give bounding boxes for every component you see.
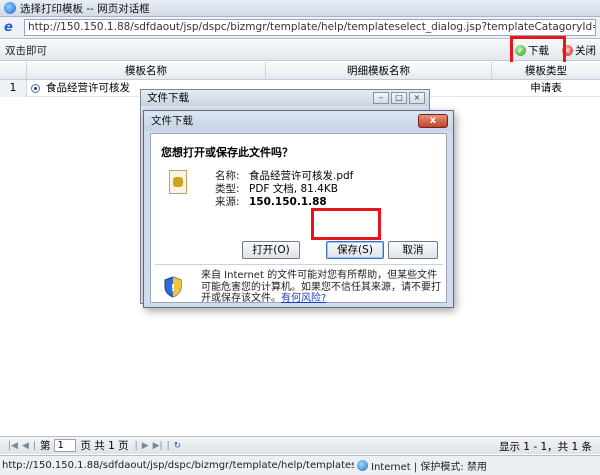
grid-header: 模板名称 明细模板名称 模板类型 xyxy=(0,62,600,80)
pdf-file-icon xyxy=(169,170,187,194)
first-page-icon[interactable]: |◀ xyxy=(8,441,18,451)
status-bar: http://150.150.1.88/sdfdaout/jsp/dspc/bi… xyxy=(0,455,600,475)
download-highlight-box xyxy=(510,36,566,65)
dialog-title: 文件下载 xyxy=(144,111,453,131)
header-template-type[interactable]: 模板类型 xyxy=(492,62,600,80)
name-key: 名称: xyxy=(215,170,240,182)
page-prefix: 第 xyxy=(39,440,51,452)
ie-page-icon: e xyxy=(4,19,13,35)
window-title: 选择打印模板 -- 网页对话框 xyxy=(20,2,150,15)
refresh-icon[interactable]: ↻ xyxy=(174,441,182,451)
double-click-hint: 双击即可 xyxy=(5,44,47,57)
dialog-close-button[interactable]: x xyxy=(418,114,448,128)
page-total: 页 共 1 页 xyxy=(80,440,129,452)
source-key: 来源: xyxy=(215,196,240,208)
name-value: 食品经营许可核发.pdf xyxy=(249,170,354,182)
file-download-dialog: 文件下载 x 您想打开或保存此文件吗？ 名称: 食品经营许可核发.pdf 类型:… xyxy=(143,110,454,308)
row-radio[interactable] xyxy=(31,84,40,93)
separator: | xyxy=(134,440,138,451)
svg-text:!: ! xyxy=(171,283,176,294)
cancel-button[interactable]: 取消 xyxy=(388,241,438,259)
header-template-name[interactable]: 模板名称 xyxy=(27,62,266,80)
close-label: 关闭 xyxy=(575,45,596,57)
status-url: http://150.150.1.88/sdfdaout/jsp/dspc/bi… xyxy=(2,460,354,471)
header-rownum xyxy=(0,62,27,80)
close-button[interactable]: × 关闭 xyxy=(562,42,596,59)
type-value: PDF 文档, 81.4KB xyxy=(249,183,338,195)
save-button[interactable]: 保存(S) xyxy=(326,241,384,259)
pager-bar: |◀ ◀ | 第 1 页 共 1 页 | ▶ ▶| | ↻ 显示 1 - 1，共… xyxy=(0,436,600,454)
window-title-bar: 选择打印模板 -- 网页对话框 xyxy=(0,0,600,17)
separator: | xyxy=(32,440,36,451)
next-page-icon[interactable]: ▶ xyxy=(142,441,149,451)
save-highlight-box xyxy=(311,208,381,240)
risk-link[interactable]: 有何风险? xyxy=(281,293,326,304)
separator: | xyxy=(166,440,170,451)
header-detail-name[interactable]: 明细模板名称 xyxy=(266,62,492,80)
row-number: 1 xyxy=(0,80,27,97)
globe-icon xyxy=(357,460,368,471)
page-number-input[interactable]: 1 xyxy=(54,439,77,452)
security-shield-icon: ! xyxy=(164,276,182,298)
maximize-icon[interactable]: □ xyxy=(391,92,407,104)
row-template-type: 申请表 xyxy=(530,82,562,94)
dialog-body: 您想打开或保存此文件吗？ 名称: 食品经营许可核发.pdf 类型: PDF 文档… xyxy=(150,133,447,305)
address-field[interactable]: http://150.150.1.88/sdfdaout/jsp/dspc/bi… xyxy=(24,19,596,36)
security-warning: 来自 Internet 的文件可能对您有所帮助，但某些文件可能危害您的计算机。如… xyxy=(201,270,441,305)
prev-page-icon[interactable]: ◀ xyxy=(22,441,29,451)
record-info: 显示 1 - 1，共 1 条 xyxy=(498,441,592,453)
status-zone: Internet | 保护模式: 禁用 xyxy=(371,462,487,473)
close-window-icon[interactable]: × xyxy=(409,92,425,104)
ie-icon xyxy=(4,2,16,14)
open-button[interactable]: 打开(O) xyxy=(242,241,300,259)
dialog-question: 您想打开或保存此文件吗？ xyxy=(161,146,293,159)
file-info: 名称: 食品经营许可核发.pdf 类型: PDF 文档, 81.4KB 来源: … xyxy=(215,170,353,209)
last-page-icon[interactable]: ▶| xyxy=(153,441,163,451)
window-controls: – □ × xyxy=(371,92,425,104)
minimize-icon[interactable]: – xyxy=(373,92,389,104)
divider xyxy=(155,264,443,265)
type-key: 类型: xyxy=(215,183,240,195)
